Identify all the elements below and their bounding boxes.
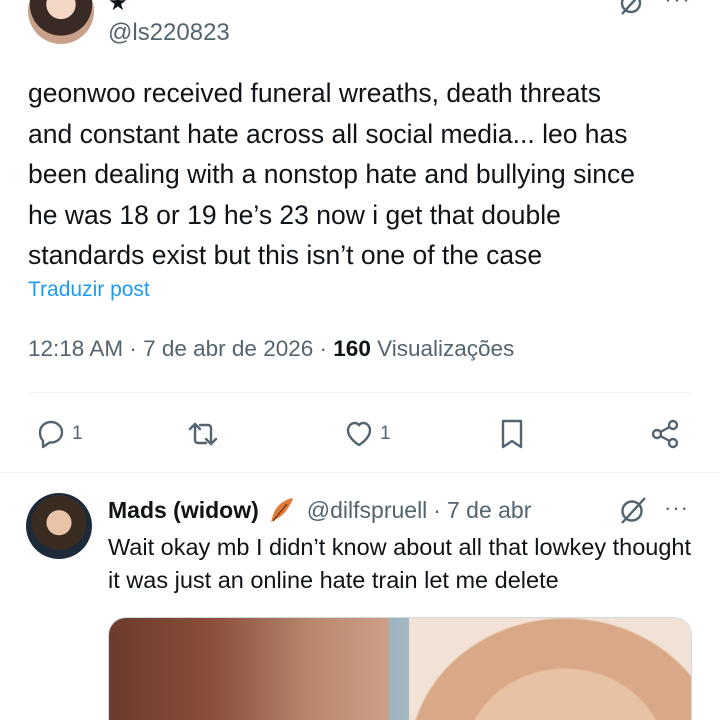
meta-separator: · xyxy=(129,336,137,361)
display-name[interactable]: Mads (widow) xyxy=(108,497,259,524)
reply-tweet[interactable]: Mads (widow) @dilfspruell · 7 de abr ···… xyxy=(0,473,720,720)
retweet-icon xyxy=(188,422,218,446)
more-options-icon[interactable]: ··· xyxy=(664,0,691,14)
tweet-date[interactable]: 7 de abr xyxy=(447,497,531,524)
share-button[interactable] xyxy=(648,414,682,454)
more-options-icon[interactable]: ··· xyxy=(664,495,689,521)
like-button[interactable]: 1 xyxy=(342,414,391,454)
avatar[interactable] xyxy=(28,0,94,44)
tweet-text: Wait okay mb I didn’t know about all tha… xyxy=(108,534,692,593)
like-count: 1 xyxy=(380,423,391,444)
grok-icon[interactable] xyxy=(618,495,648,525)
translate-post-link[interactable]: Traduzir post xyxy=(28,278,150,302)
meta-separator: · xyxy=(319,336,328,361)
retweet-button[interactable] xyxy=(186,414,224,454)
divider xyxy=(28,392,692,393)
bookmark-icon xyxy=(501,419,523,449)
media-image-part xyxy=(109,618,399,720)
main-tweet: ★ @ls220823 ··· geonwoo received funeral… xyxy=(0,0,720,472)
media-image[interactable] xyxy=(108,617,692,720)
heart-icon xyxy=(346,421,372,447)
reply-count: 1 xyxy=(72,423,83,444)
reply-button[interactable]: 1 xyxy=(34,414,83,454)
reply-icon xyxy=(38,420,64,449)
tweet-date[interactable]: 7 de abr de 2026 xyxy=(143,336,313,361)
star-icon: ★ xyxy=(108,0,128,15)
tweet-text: geonwoo received funeral wreaths, death … xyxy=(28,78,636,270)
views-label[interactable]: Visualizações xyxy=(377,336,514,361)
bookmark-button[interactable] xyxy=(495,414,529,454)
share-icon xyxy=(651,419,679,449)
meta-separator: · xyxy=(433,496,441,523)
views-count[interactable]: 160 xyxy=(333,336,371,361)
user-handle[interactable]: @dilfspruell xyxy=(307,497,428,524)
tweet-metadata: 12:18 AM · 7 de abr de 2026 · 160 Visual… xyxy=(28,336,514,362)
user-handle[interactable]: @ls220823 xyxy=(108,19,230,47)
feather-icon xyxy=(270,498,293,522)
reply-header: Mads (widow) @dilfspruell · 7 de abr xyxy=(108,495,531,525)
grok-icon[interactable] xyxy=(618,0,646,16)
tweet-time[interactable]: 12:18 AM xyxy=(28,336,123,361)
avatar[interactable] xyxy=(26,493,92,559)
media-image-part xyxy=(409,618,691,720)
